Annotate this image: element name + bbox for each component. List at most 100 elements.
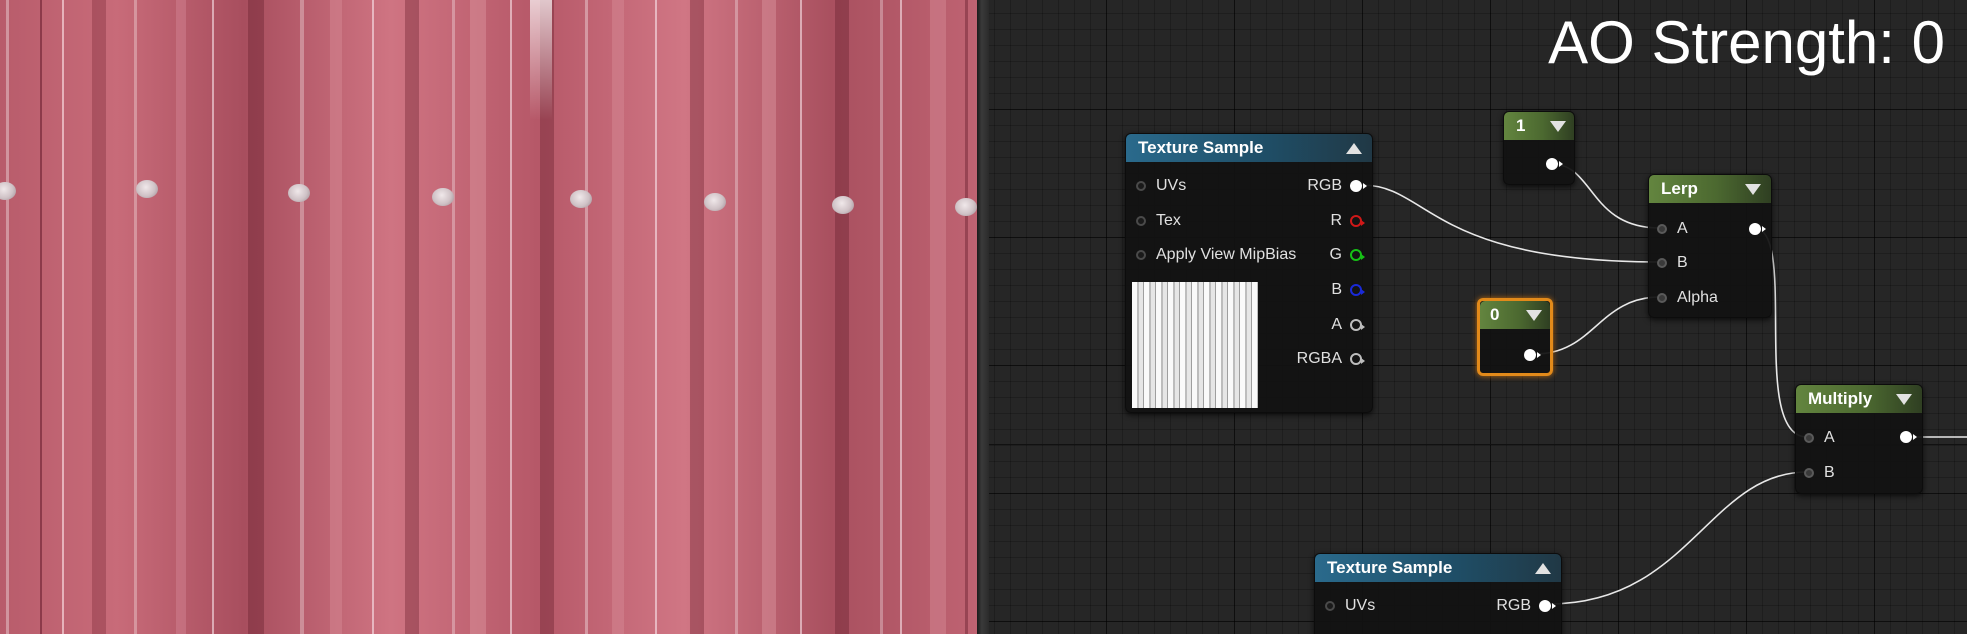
material-graph[interactable]: Texture Sample UVs Tex Apply View MipBia… <box>989 0 1967 634</box>
node-header[interactable]: 1 <box>1504 112 1574 140</box>
output-pin[interactable] <box>1749 223 1766 235</box>
metal-stripe <box>585 0 588 634</box>
metal-stripe <box>6 0 9 634</box>
node-title: Lerp <box>1661 179 1698 198</box>
metal-stripe <box>40 0 42 634</box>
constant-node[interactable]: 1 <box>1503 111 1575 185</box>
metal-stripe <box>880 0 883 634</box>
metal-stripe <box>965 0 968 634</box>
rivet <box>570 190 592 208</box>
lerp-node[interactable]: Lerp A B Alpha <box>1648 174 1772 318</box>
output-pin[interactable] <box>1524 349 1541 361</box>
collapse-arrow-icon[interactable] <box>1526 310 1542 321</box>
texture-sample-node[interactable]: Texture Sample UVs Tex Apply View MipBia… <box>1125 133 1373 413</box>
input-pin-b[interactable]: B <box>1657 253 1688 273</box>
input-pin-tex[interactable]: Tex <box>1136 211 1181 231</box>
viewport-preview[interactable] <box>0 0 977 634</box>
output-pin-rgb[interactable]: RGB <box>1307 176 1367 196</box>
specular-highlight <box>530 0 552 120</box>
metal-stripe <box>134 0 137 634</box>
metal-stripe <box>800 0 802 634</box>
collapse-arrow-icon[interactable] <box>1346 143 1362 154</box>
rivet <box>832 196 854 214</box>
rivet <box>288 184 310 202</box>
metal-stripe <box>452 0 455 634</box>
rivet <box>0 182 16 200</box>
pin-icon[interactable] <box>1136 250 1146 260</box>
metal-stripe <box>655 0 657 634</box>
output-pin-r[interactable]: R <box>1330 211 1365 231</box>
pin-icon[interactable] <box>1804 433 1814 443</box>
rivet <box>136 180 158 198</box>
output-pin-rgba[interactable]: RGBA <box>1297 349 1365 369</box>
metal-stripe <box>405 0 419 634</box>
output-pin[interactable] <box>1546 158 1563 170</box>
pin-icon[interactable] <box>1657 258 1667 268</box>
pin-icon[interactable] <box>1539 600 1556 612</box>
ao-strength-label: AO Strength: 0 <box>1548 9 1945 76</box>
metal-stripe <box>510 0 512 634</box>
node-title: Multiply <box>1808 389 1873 408</box>
metal-stripe <box>900 0 902 634</box>
metal-stripe <box>248 0 264 634</box>
node-header[interactable]: Lerp <box>1649 175 1771 203</box>
pin-icon[interactable] <box>1350 353 1365 365</box>
pin-icon[interactable] <box>1350 180 1367 192</box>
node-header[interactable]: Multiply <box>1796 385 1922 413</box>
node-title: Texture Sample <box>1138 138 1264 157</box>
wire-tex2-rgb-to-multiply-b <box>1548 471 1808 605</box>
metal-stripe <box>92 0 106 634</box>
node-header[interactable]: Texture Sample <box>1315 554 1561 582</box>
metal-stripe <box>690 0 704 634</box>
input-pin-b[interactable]: B <box>1804 463 1835 483</box>
output-pin-rgb[interactable]: RGB <box>1496 596 1556 616</box>
constant-node-selected[interactable]: 0 <box>1477 298 1553 376</box>
metal-stripe <box>470 0 486 634</box>
panel-splitter[interactable] <box>977 0 989 634</box>
output-pin[interactable] <box>1900 431 1917 443</box>
multiply-node[interactable]: Multiply A B <box>1795 384 1923 494</box>
rivet <box>955 198 977 216</box>
pin-icon[interactable] <box>1350 249 1365 261</box>
pin-icon[interactable] <box>1136 181 1146 191</box>
pin-icon[interactable] <box>1350 284 1365 296</box>
texture-sample-node-2[interactable]: Texture Sample UVs RGB <box>1314 553 1562 634</box>
metal-stripe <box>762 0 776 634</box>
metal-stripe <box>176 0 186 634</box>
pin-icon[interactable] <box>1136 216 1146 226</box>
metal-stripe <box>330 0 342 634</box>
pin-icon[interactable] <box>1325 601 1335 611</box>
collapse-arrow-icon[interactable] <box>1745 184 1761 195</box>
metal-stripe <box>212 0 214 634</box>
input-pin-mipbias[interactable]: Apply View MipBias <box>1136 245 1296 265</box>
metal-stripe <box>62 0 64 634</box>
wire-zero-to-lerp-alpha <box>1534 296 1661 355</box>
metal-stripe <box>930 0 946 634</box>
pin-icon[interactable] <box>1657 224 1667 234</box>
pin-icon[interactable] <box>1657 293 1667 303</box>
input-pin-a[interactable]: A <box>1657 219 1688 239</box>
input-pin-uvs[interactable]: UVs <box>1136 176 1186 196</box>
node-header[interactable]: 0 <box>1480 301 1550 329</box>
pin-icon[interactable] <box>1804 468 1814 478</box>
metal-stripe <box>735 0 738 634</box>
metal-stripe <box>300 0 304 634</box>
collapse-arrow-icon[interactable] <box>1550 121 1566 132</box>
node-header[interactable]: Texture Sample <box>1126 134 1372 162</box>
input-pin-a[interactable]: A <box>1804 428 1835 448</box>
wire-tex-rgb-to-lerp-b <box>1361 184 1661 263</box>
pin-icon[interactable] <box>1350 319 1365 331</box>
texture-thumbnail[interactable] <box>1132 282 1258 408</box>
metal-stripe <box>372 0 374 634</box>
input-pin-alpha[interactable]: Alpha <box>1657 288 1718 308</box>
output-pin-a[interactable]: A <box>1331 315 1365 335</box>
input-pin-uvs[interactable]: UVs <box>1325 596 1375 616</box>
node-title: Texture Sample <box>1327 558 1453 577</box>
collapse-arrow-icon[interactable] <box>1896 394 1912 405</box>
constant-value: 1 <box>1516 116 1526 135</box>
output-pin-b[interactable]: B <box>1331 280 1365 300</box>
pin-icon[interactable] <box>1350 215 1365 227</box>
output-pin-g[interactable]: G <box>1330 245 1365 265</box>
constant-value: 0 <box>1490 305 1500 324</box>
collapse-arrow-icon[interactable] <box>1535 563 1551 574</box>
